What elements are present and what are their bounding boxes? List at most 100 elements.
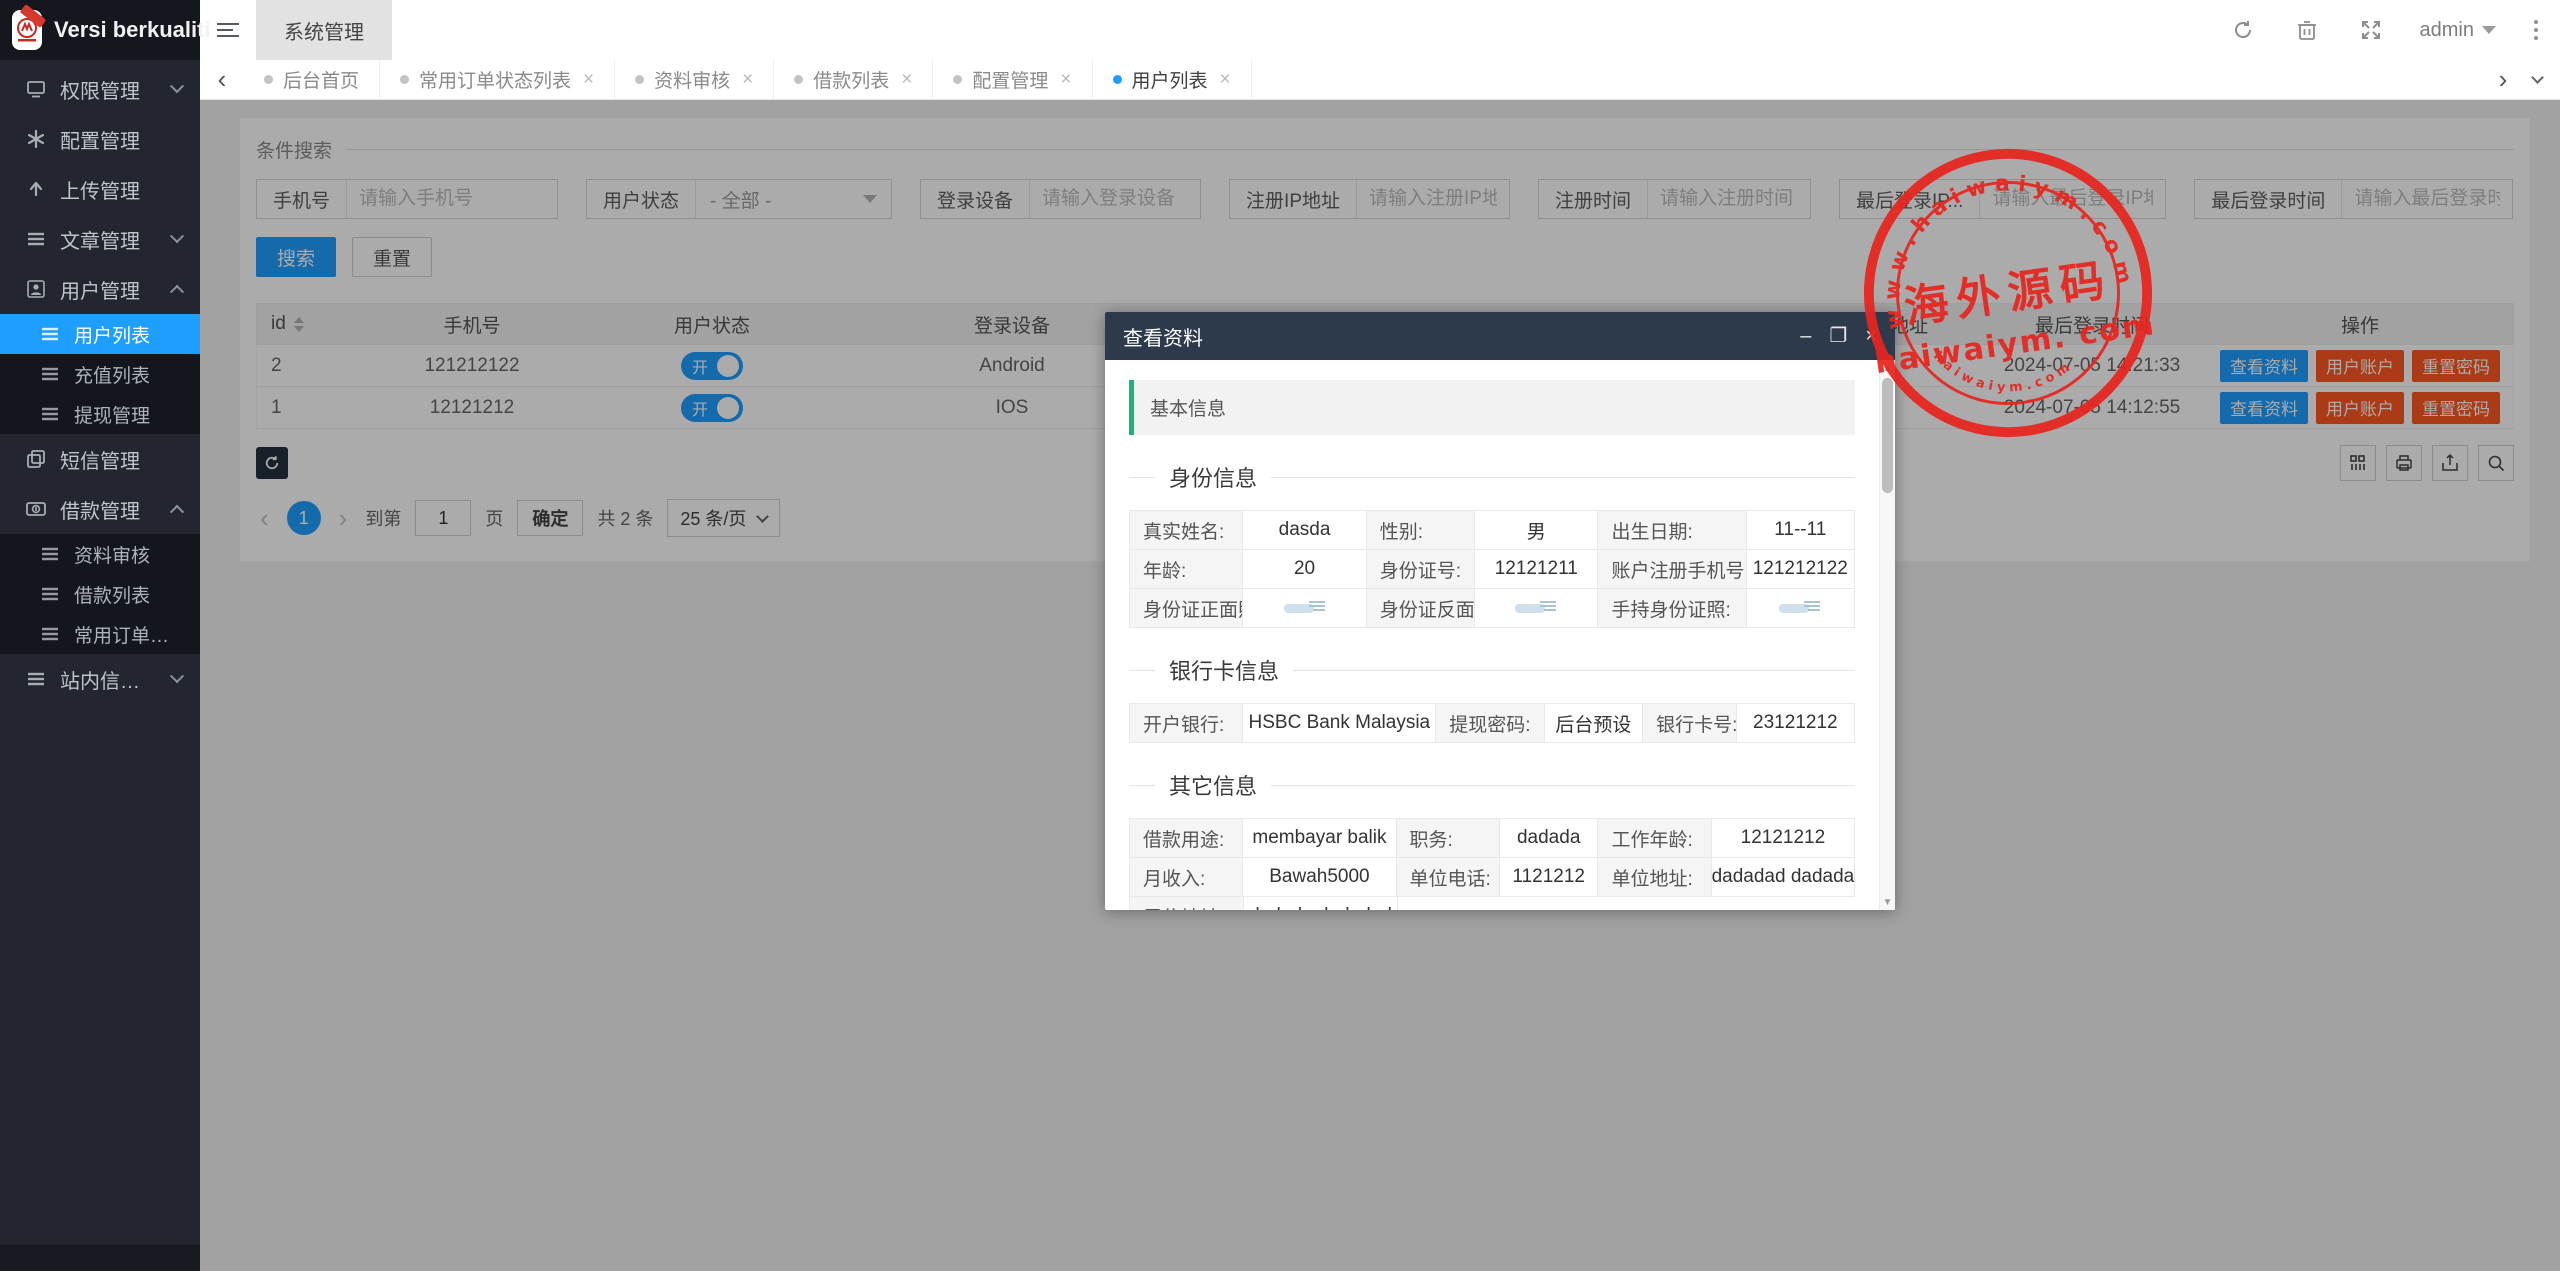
sidebar-item-articles[interactable]: 文章管理 [0, 214, 200, 264]
close-icon[interactable]: × [901, 69, 912, 91]
sidebar-item-permissions[interactable]: 权限管理 [0, 64, 200, 114]
tabs-scroll-left[interactable]: ‹ [200, 60, 244, 99]
field-label: 身份证正面照: [1129, 588, 1243, 628]
tab-home[interactable]: 后台首页 [244, 60, 380, 99]
modal-title: 查看资料 [1123, 322, 1203, 351]
broken-image-icon [1514, 600, 1558, 616]
sidebar: Versi berkualiti 权限管理 配置管理 上传管理 文章管理 [0, 0, 200, 1271]
broken-image-icon [1778, 600, 1822, 616]
close-icon[interactable]: × [1865, 326, 1877, 346]
id-photo-back[interactable] [1474, 588, 1598, 628]
minimize-icon[interactable]: – [1800, 326, 1811, 346]
scroll-down-icon[interactable]: ▼ [1880, 894, 1895, 910]
list-icon [40, 544, 60, 564]
tab-dot [953, 75, 962, 84]
basic-info-banner: 基本信息 [1129, 380, 1855, 435]
identity-section-title: 身份信息 [1129, 461, 1855, 493]
list-icon [40, 624, 60, 644]
tab-profile-review[interactable]: 资料审核 × [615, 60, 774, 99]
sidebar-item-label: 资料审核 [74, 541, 182, 568]
tabs-scroll-right[interactable]: › [2488, 64, 2518, 95]
sidebar-item-label: 提现管理 [74, 401, 182, 428]
topbar-actions: admin [2228, 15, 2560, 45]
chevron-up-icon [170, 505, 184, 519]
sidebar-item-recharge-list[interactable]: 充值列表 [0, 354, 200, 394]
bank-section-title: 银行卡信息 [1129, 654, 1855, 686]
field-label: 单位地址: [1597, 857, 1711, 897]
sidebar-item-loans[interactable]: 借款管理 [0, 484, 200, 534]
sidebar-item-upload[interactable]: 上传管理 [0, 164, 200, 214]
tab-dot [794, 75, 803, 84]
other-table: 借款用途: membayar balik 职务: dadada 工作年龄: 12… [1129, 819, 1855, 910]
kebab-menu-icon[interactable] [2530, 16, 2542, 44]
app-logo [12, 10, 42, 50]
trash-icon[interactable] [2292, 15, 2322, 45]
tab-config[interactable]: 配置管理 × [933, 60, 1092, 99]
sidebar-item-profile-review[interactable]: 资料审核 [0, 534, 200, 574]
field-value: 1121212 [1499, 857, 1598, 897]
tab-label: 资料审核 [654, 66, 730, 93]
field-label: 身份证号: [1366, 549, 1475, 589]
field-value: dasda [1242, 510, 1366, 550]
field-label: 出生日期: [1597, 510, 1746, 550]
fullscreen-icon[interactable] [2356, 15, 2386, 45]
content: 条件搜索 手机号 用户状态 - 全部 - 登 [200, 100, 2560, 1271]
id-photo-front[interactable] [1242, 588, 1366, 628]
sidebar-item-config[interactable]: 配置管理 [0, 114, 200, 164]
close-icon[interactable]: × [742, 69, 753, 91]
main-area: 系统管理 admin ‹ [200, 0, 2560, 1271]
other-section-title: 其它信息 [1129, 769, 1855, 801]
close-icon[interactable]: × [583, 69, 594, 91]
scrollbar-thumb[interactable] [1882, 378, 1893, 493]
admin-app: Versi berkualiti 权限管理 配置管理 上传管理 文章管理 [0, 0, 2560, 1271]
close-icon[interactable]: × [1220, 69, 1231, 91]
sidebar-item-label: 充值列表 [74, 361, 182, 388]
field-label: 年龄: [1129, 549, 1243, 589]
sidebar-item-label: 用户管理 [60, 275, 158, 304]
top-menu-system[interactable]: 系统管理 [256, 0, 392, 60]
chevron-up-icon [170, 285, 184, 299]
tabbar-right-controls: › [2488, 60, 2560, 99]
sidebar-item-order-status[interactable]: 常用订单状态... [0, 614, 200, 654]
scroll-up-icon[interactable]: ▲ [1880, 360, 1895, 376]
field-value: 男 [1474, 510, 1598, 550]
sidebar-item-users[interactable]: 用户管理 [0, 264, 200, 314]
bank-table: 开户银行: HSBC Bank Malaysia 提现密码: 后台预设 银行卡号… [1129, 704, 1855, 743]
user-menu[interactable]: admin [2420, 19, 2496, 42]
chevron-down-icon [170, 79, 184, 93]
sidebar-item-user-list[interactable]: 用户列表 [0, 314, 200, 354]
tab-user-list[interactable]: 用户列表 × [1093, 60, 1252, 99]
refresh-icon[interactable] [2228, 15, 2258, 45]
sidebar-item-label: 常用订单状态... [74, 621, 182, 648]
modal-controls: – ❐ × [1800, 326, 1877, 346]
field-label: 银行卡号: [1642, 703, 1737, 743]
sidebar-item-sms[interactable]: 短信管理 [0, 434, 200, 484]
sidebar-footer [0, 1245, 200, 1271]
tab-loan-list[interactable]: 借款列表 × [774, 60, 933, 99]
sidebar-item-messages[interactable]: 站内信管理 [0, 654, 200, 704]
close-icon[interactable]: × [1060, 69, 1071, 91]
tabs-menu-toggle[interactable] [2522, 77, 2552, 82]
sidebar-item-loan-list[interactable]: 借款列表 [0, 574, 200, 614]
field-value: 20 [1242, 549, 1366, 589]
modal-body: 基本信息 身份信息 真实姓名: dasda 性别: 男 出生日期: 11--11 [1105, 360, 1895, 910]
modal-scrollbar[interactable]: ▲ ▼ [1879, 360, 1895, 910]
id-photo-hold[interactable] [1746, 588, 1855, 628]
field-label: 身份证反面照: [1366, 588, 1475, 628]
field-value: 12121212 [1711, 818, 1855, 858]
list-icon [26, 229, 46, 249]
sidebar-item-label: 文章管理 [60, 225, 158, 254]
tab-label: 常用订单状态列表 [419, 66, 571, 93]
field-label: 借款用途: [1129, 818, 1243, 858]
loans-submenu: 资料审核 借款列表 常用订单状态... [0, 534, 200, 654]
tab-label: 后台首页 [283, 66, 359, 93]
field-label: 居住地址: [1129, 896, 1244, 910]
monitor-icon [26, 79, 46, 99]
sidebar-item-label: 借款列表 [74, 581, 182, 608]
tab-order-status-list[interactable]: 常用订单状态列表 × [380, 60, 615, 99]
sidebar-item-label: 站内信管理 [60, 665, 158, 694]
sidebar-item-withdraw[interactable]: 提现管理 [0, 394, 200, 434]
tabs: 后台首页 常用订单状态列表 × 资料审核 × 借款列表 × [244, 60, 1252, 99]
money-icon [26, 499, 46, 519]
maximize-icon[interactable]: ❐ [1829, 326, 1847, 346]
